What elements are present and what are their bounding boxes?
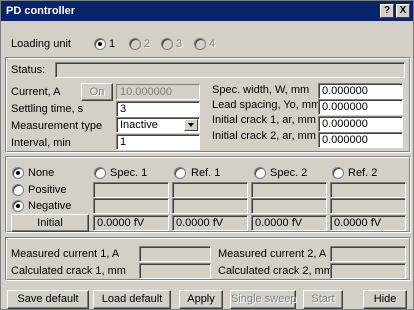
polarity-negative-label: Negative bbox=[28, 200, 72, 212]
initial-crack-2-label: Initial crack 2, ar, mm bbox=[212, 130, 316, 142]
negative-value-4 bbox=[330, 198, 406, 214]
calculated-crack-2-label: Calculated crack 2, mm bbox=[218, 265, 333, 277]
calculated-crack-1-field bbox=[139, 263, 211, 279]
loading-unit-3-label: 3 bbox=[176, 38, 183, 50]
title-bar[interactable]: PD controller bbox=[1, 1, 413, 21]
current-input[interactable]: 10.000000 bbox=[116, 84, 200, 100]
measured-current-2-label: Measured current 2, A bbox=[218, 248, 327, 260]
interval-input[interactable]: 1 bbox=[116, 134, 200, 150]
channel-ref2-radio[interactable] bbox=[332, 167, 344, 179]
negative-value-1 bbox=[93, 198, 169, 214]
initial-crack-1-label: Initial crack 1, ar, mm bbox=[212, 114, 316, 126]
positive-value-3 bbox=[251, 182, 327, 198]
channel-ref1-label: Ref. 1 bbox=[191, 167, 221, 179]
channel-none-radio[interactable] bbox=[12, 167, 24, 179]
loading-unit-4-label: 4 bbox=[209, 38, 216, 50]
loading-unit-1-radio[interactable] bbox=[94, 38, 106, 50]
loading-unit-3-radio[interactable] bbox=[161, 38, 173, 50]
channel-spec2-label: Spec. 2 bbox=[270, 167, 308, 179]
loading-unit-1-label: 1 bbox=[109, 38, 116, 50]
channel-spec1-radio[interactable] bbox=[94, 167, 106, 179]
load-default-button[interactable]: Load default bbox=[93, 290, 171, 309]
apply-button[interactable]: Apply bbox=[179, 290, 223, 309]
calculated-crack-2-field bbox=[330, 263, 406, 279]
interval-label: Interval, min bbox=[11, 137, 71, 149]
channel-spec2-radio[interactable] bbox=[254, 167, 266, 179]
settling-time-label: Settling time, s bbox=[11, 103, 84, 115]
measurement-type-select[interactable]: Inactive bbox=[116, 117, 200, 133]
measured-current-1-label: Measured current 1, A bbox=[11, 248, 120, 260]
initial-value-3: 0.0000 fV bbox=[251, 215, 327, 231]
measured-current-1-field bbox=[139, 246, 211, 262]
channel-spec1-label: Spec. 1 bbox=[110, 167, 148, 179]
single-sweep-button[interactable]: Single sweep bbox=[230, 290, 296, 309]
channel-none-label: None bbox=[28, 167, 55, 179]
lead-spacing-input[interactable]: 0.000000 bbox=[318, 99, 403, 115]
save-default-button[interactable]: Save default bbox=[7, 290, 89, 309]
initial-value-2: 0.0000 fV bbox=[172, 215, 248, 231]
status-field bbox=[55, 62, 405, 78]
current-on-button[interactable]: On bbox=[81, 83, 113, 101]
positive-value-1 bbox=[93, 182, 169, 198]
settling-time-input[interactable]: 3 bbox=[116, 101, 200, 117]
measurement-type-value: Inactive bbox=[120, 119, 158, 131]
positive-value-2 bbox=[172, 182, 248, 198]
measurement-type-label: Measurement type bbox=[11, 120, 103, 132]
initial-button[interactable]: Initial bbox=[11, 214, 89, 232]
hide-button[interactable]: Hide bbox=[363, 290, 407, 309]
polarity-positive-label: Positive bbox=[28, 184, 67, 196]
start-button[interactable]: Start bbox=[303, 290, 343, 309]
help-button[interactable]: ? bbox=[380, 4, 394, 18]
channel-ref1-radio[interactable] bbox=[174, 167, 186, 179]
close-button[interactable]: X bbox=[396, 4, 410, 18]
initial-value-1: 0.0000 fV bbox=[93, 215, 169, 231]
pd-controller-window: PD controller ? X Loading unit 1 2 3 4 S… bbox=[0, 0, 414, 310]
negative-value-2 bbox=[172, 198, 248, 214]
window-title: PD controller bbox=[6, 5, 76, 17]
spec-width-input[interactable]: 0.000000 bbox=[318, 83, 403, 99]
polarity-negative-radio[interactable] bbox=[12, 200, 24, 212]
initial-crack-1-input[interactable]: 0.000000 bbox=[318, 116, 403, 132]
status-label: Status: bbox=[11, 64, 46, 76]
measured-current-2-field bbox=[330, 246, 406, 262]
loading-unit-2-radio[interactable] bbox=[129, 38, 141, 50]
initial-value-4: 0.0000 fV bbox=[330, 215, 406, 231]
lead-spacing-label: Lead spacing, Yo, mm bbox=[212, 99, 321, 111]
negative-value-3 bbox=[251, 198, 327, 214]
chevron-down-icon[interactable] bbox=[184, 119, 198, 131]
loading-unit-label: Loading unit bbox=[11, 38, 71, 50]
current-label: Current, A bbox=[11, 86, 61, 98]
loading-unit-4-radio[interactable] bbox=[194, 38, 206, 50]
positive-value-4 bbox=[330, 182, 406, 198]
loading-unit-2-label: 2 bbox=[144, 38, 151, 50]
polarity-positive-radio[interactable] bbox=[12, 184, 24, 196]
initial-crack-2-input[interactable]: 0.000000 bbox=[318, 132, 403, 148]
spec-width-label: Spec. width, W, mm bbox=[212, 84, 310, 96]
channel-ref2-label: Ref. 2 bbox=[348, 167, 378, 179]
calculated-crack-1-label: Calculated crack 1, mm bbox=[11, 265, 126, 277]
